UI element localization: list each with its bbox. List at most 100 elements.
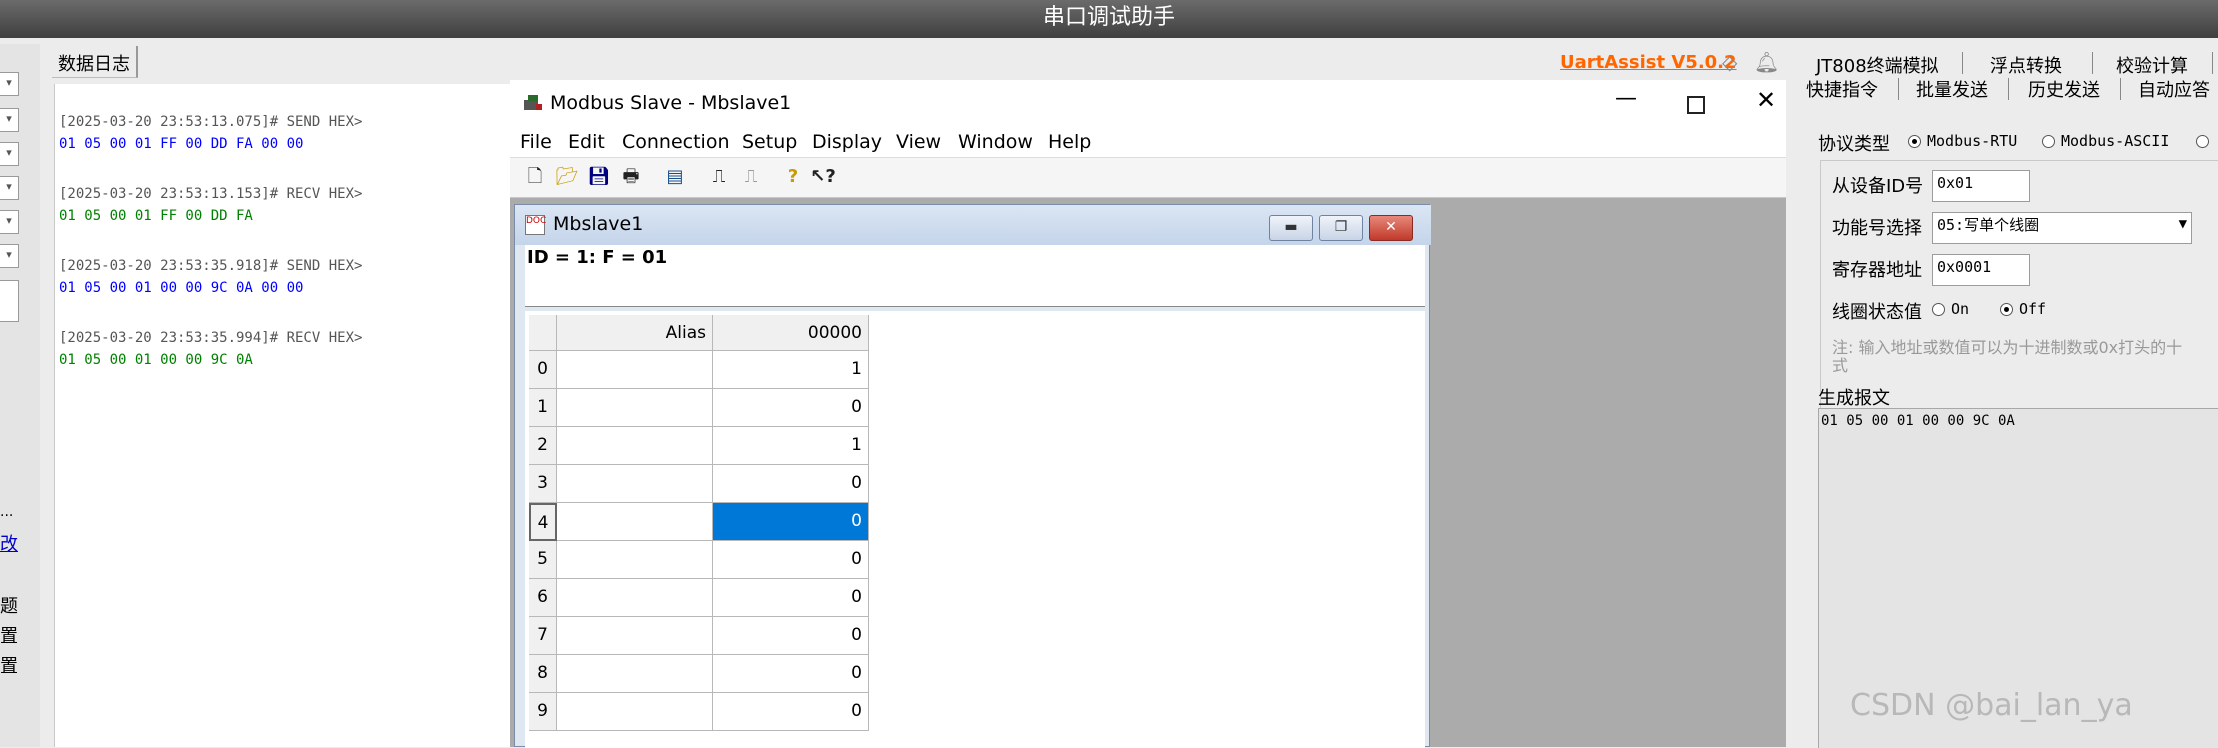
row-index: 6 xyxy=(529,579,557,617)
value-cell[interactable]: 0 xyxy=(713,579,869,617)
row-index: 5 xyxy=(529,541,557,579)
dropdown-arrow[interactable]: ▾ xyxy=(0,210,19,234)
menu-connection[interactable]: Connection xyxy=(622,131,730,153)
tab-separator xyxy=(1898,78,1899,100)
alias-cell[interactable] xyxy=(557,693,713,731)
child-minimize-button[interactable]: ▬ xyxy=(1269,215,1313,241)
open-port-button[interactable] xyxy=(0,280,19,322)
print-icon[interactable]: 🖶︎ xyxy=(618,164,644,190)
alias-cell[interactable] xyxy=(557,655,713,693)
row-index-selected: 4 xyxy=(529,503,557,541)
alias-cell[interactable] xyxy=(557,427,713,465)
menu-help[interactable]: Help xyxy=(1048,131,1091,153)
document-icon: DOC xyxy=(525,215,546,235)
protocol-rtu-radio[interactable]: Modbus-RTU xyxy=(1908,132,2017,150)
app-title-bar: 串口调试助手 xyxy=(0,0,2218,38)
left-label-1: 题 xyxy=(0,596,18,617)
slave-info-header: ID = 1: F = 01 xyxy=(525,245,1425,307)
value-cell[interactable]: 0 xyxy=(713,541,869,579)
menu-edit[interactable]: Edit xyxy=(568,131,605,153)
alias-cell[interactable] xyxy=(557,389,713,427)
close-button[interactable]: ✕ xyxy=(1746,86,1786,122)
open-folder-icon[interactable]: 📂︎ xyxy=(554,164,580,190)
row-index: 2 xyxy=(529,427,557,465)
menu-setup[interactable]: Setup xyxy=(742,131,797,153)
log-entry-data: 01 05 00 01 00 00 9C 0A xyxy=(59,352,253,368)
slave-id-label: 从设备ID号 xyxy=(1832,176,1924,197)
row-index: 3 xyxy=(529,465,557,503)
alias-cell[interactable] xyxy=(557,465,713,503)
tab-data-log[interactable]: 数据日志 xyxy=(52,46,138,78)
alias-cell[interactable] xyxy=(557,541,713,579)
tab-history-send[interactable]: 历史发送 xyxy=(2028,76,2100,102)
tab-jt808[interactable]: JT808终端模拟 xyxy=(1816,52,1939,78)
bell-icon[interactable]: 🔔︎ xyxy=(1754,50,1779,74)
coil-on-radio[interactable]: On xyxy=(1932,300,1969,318)
uart-version-link[interactable]: UartAssist V5.0.2 xyxy=(1560,52,1737,73)
function-code-select[interactable]: 05:写单个线圈 ▼ xyxy=(1932,212,2192,244)
alias-cell[interactable] xyxy=(557,579,713,617)
register-address-label: 寄存器地址 xyxy=(1832,260,1922,281)
data-log-area[interactable]: [2025-03-20 23:53:13.075]# SEND HEX> 01 … xyxy=(54,84,514,747)
tab-float-convert[interactable]: 浮点转换 xyxy=(1990,52,2062,78)
dropdown-arrow[interactable]: ▾ xyxy=(0,72,19,96)
slave-id-function-text: ID = 1: F = 01 xyxy=(527,247,668,268)
diamond-icon[interactable]: ◇ xyxy=(1722,50,1737,74)
tab-checksum[interactable]: 校验计算 xyxy=(2116,52,2188,78)
disconnect-icon[interactable]: ⎍ xyxy=(738,164,764,190)
alias-cell[interactable] xyxy=(557,617,713,655)
value-cell[interactable]: 1 xyxy=(713,351,869,389)
maximize-button[interactable] xyxy=(1676,90,1716,126)
child-window-title: Mbslave1 xyxy=(553,213,644,235)
dropdown-arrow[interactable]: ▾ xyxy=(0,142,19,166)
row-index: 9 xyxy=(529,693,557,731)
menu-window[interactable]: Window xyxy=(958,131,1033,153)
help-icon[interactable]: ? xyxy=(780,164,806,190)
value-cell[interactable]: 1 xyxy=(713,427,869,465)
child-restore-button[interactable]: ❐ xyxy=(1319,215,1363,241)
register-address-input[interactable]: 0x0001 xyxy=(1932,254,2030,286)
new-file-icon[interactable]: 🗋︎ xyxy=(522,164,548,190)
address-column-header[interactable]: 00000 xyxy=(713,315,869,351)
value-cell[interactable]: 0 xyxy=(713,389,869,427)
context-help-icon[interactable]: ↖? xyxy=(810,164,836,190)
coil-off-radio[interactable]: Off xyxy=(2000,300,2046,318)
child-close-button[interactable]: ✕ xyxy=(1369,215,1413,241)
alias-cell[interactable] xyxy=(557,503,713,541)
menu-display[interactable]: Display xyxy=(812,131,882,153)
alias-cell[interactable] xyxy=(557,351,713,389)
menu-view[interactable]: View xyxy=(896,131,941,153)
tab-separator xyxy=(2092,52,2093,74)
dropdown-arrow[interactable]: ▾ xyxy=(0,244,19,268)
tab-separator xyxy=(2008,78,2009,100)
connect-icon[interactable]: ⎍ xyxy=(706,164,732,190)
register-grid: Alias 00000 0 1 1 0 2 1 3 0 4 0 5 0 6 0 … xyxy=(525,311,1425,748)
value-cell[interactable]: 0 xyxy=(713,693,869,731)
value-cell[interactable]: 0 xyxy=(713,465,869,503)
input-note-line2: 式 xyxy=(1832,356,1849,375)
tab-auto-reply[interactable]: 自动应答 xyxy=(2138,76,2210,102)
modbus-title-bar: Modbus Slave - Mbslave1 — ✕ xyxy=(510,80,1786,128)
grid-corner xyxy=(529,315,557,351)
left-control-strip: ▾ ▾ ▾ ▾ ▾ ▾ ... 改 题 置 置 xyxy=(0,44,40,747)
menu-file[interactable]: File xyxy=(520,131,552,153)
window-icon[interactable]: ▤ xyxy=(662,164,688,190)
value-cell[interactable]: 0 xyxy=(713,655,869,693)
log-entry-header: [2025-03-20 23:53:13.153]# RECV HEX> xyxy=(59,186,363,202)
tab-quick-command[interactable]: 快捷指令 xyxy=(1806,76,1878,102)
dropdown-arrow[interactable]: ▾ xyxy=(0,176,19,200)
value-cell-selected[interactable]: 0 xyxy=(713,503,869,541)
modify-link[interactable]: 改 xyxy=(0,530,18,556)
log-entry-header: [2025-03-20 23:53:13.075]# SEND HEX> xyxy=(59,114,363,130)
row-index: 7 xyxy=(529,617,557,655)
slave-id-input[interactable]: 0x01 xyxy=(1932,170,2030,202)
protocol-more-radio[interactable] xyxy=(2196,132,2215,150)
save-icon[interactable]: 💾︎ xyxy=(586,164,612,190)
value-cell[interactable]: 0 xyxy=(713,617,869,655)
minimize-button[interactable]: — xyxy=(1606,86,1646,122)
input-note: 注: 输入地址或数值可以为十进制数或0x打头的十 xyxy=(1832,338,2183,357)
protocol-ascii-radio[interactable]: Modbus-ASCII xyxy=(2042,132,2169,150)
tab-batch-send[interactable]: 批量发送 xyxy=(1916,76,1988,102)
dropdown-arrow[interactable]: ▾ xyxy=(0,108,19,132)
alias-column-header[interactable]: Alias xyxy=(557,315,713,351)
